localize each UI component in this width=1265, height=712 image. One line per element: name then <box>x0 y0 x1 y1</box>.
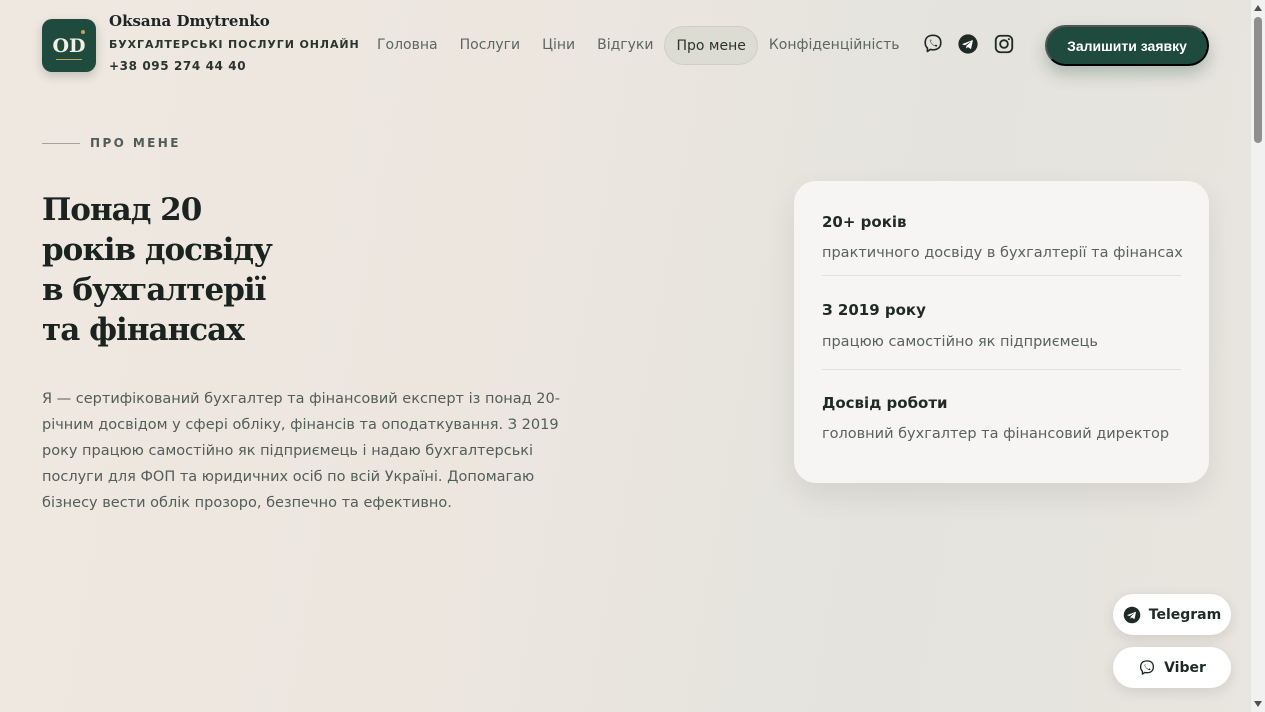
viber-label: Viber <box>1164 659 1206 676</box>
stat-title: Досвід роботи <box>822 394 948 412</box>
nav-item-prices[interactable]: Ціни <box>531 26 586 65</box>
page-scrollbar[interactable] <box>1250 0 1265 712</box>
stat-description: головний бухгалтер та фінансовий директо… <box>822 426 1170 442</box>
nav-item-about[interactable]: Про мене <box>664 26 758 65</box>
heading-line: в бухгалтерії <box>42 272 266 308</box>
heading-line: років досвіду <box>42 232 273 268</box>
telegram-label: Telegram <box>1148 606 1222 623</box>
section-heading: Понад 20 років досвіду в бухгалтерії та … <box>42 190 342 350</box>
main-nav: Головна Послуги Ціни Відгуки Про мене Ко… <box>366 26 911 65</box>
viber-icon <box>1140 659 1155 675</box>
nav-item-privacy[interactable]: Конфіденційність <box>758 26 911 65</box>
stat-item: З 2019 року працюю самостійно як підприє… <box>822 275 1181 369</box>
stats-card: 20+ років практичного досвіду в бухгалте… <box>794 181 1209 483</box>
telegram-icon <box>1123 606 1141 623</box>
stat-item: 20+ років практичного досвіду в бухгалте… <box>822 181 1183 275</box>
telegram-icon[interactable] <box>957 33 979 55</box>
phone-link[interactable]: +38 095 274 44 40 <box>109 59 246 73</box>
brand-name: Oksana Dmytrenko <box>109 12 270 30</box>
page: OD Oksana Dmytrenko БУХГАЛТЕРСЬКІ ПОСЛУГ… <box>0 0 1250 712</box>
stat-title: З 2019 року <box>822 301 926 319</box>
heading-line: та фінансах <box>42 312 245 348</box>
viber-float-button[interactable]: Viber <box>1113 647 1231 688</box>
scroll-down-arrow-icon[interactable] <box>1254 701 1262 707</box>
eyebrow-divider <box>42 143 80 144</box>
logo-dot <box>81 30 85 34</box>
logo-text: OD <box>52 34 86 57</box>
scroll-up-arrow-icon[interactable] <box>1254 5 1262 11</box>
scrollbar-thumb[interactable] <box>1254 17 1262 143</box>
stat-item: Досвід роботи головний бухгалтер та фіна… <box>822 369 1181 463</box>
nav-item-services[interactable]: Послуги <box>449 26 531 65</box>
stat-description: працюю самостійно як підприємець <box>822 334 1098 350</box>
logo-underline <box>56 58 82 60</box>
brand-subtitle: БУХГАЛТЕРСЬКІ ПОСЛУГИ ОНЛАЙН <box>109 38 360 51</box>
about-paragraph: Я — сертифікований бухгалтер та фінансов… <box>42 391 560 511</box>
stat-description: практичного досвіду в бухгалтерії та фін… <box>822 245 1183 261</box>
telegram-float-button[interactable]: Telegram <box>1113 594 1231 635</box>
heading-line: Понад 20 <box>42 192 202 228</box>
viber-icon[interactable] <box>922 33 944 55</box>
stat-title: 20+ років <box>822 213 907 231</box>
nav-item-reviews[interactable]: Відгуки <box>586 26 664 65</box>
submit-request-button[interactable]: Залишити заявку <box>1045 25 1209 66</box>
instagram-icon[interactable] <box>993 33 1015 55</box>
nav-item-home[interactable]: Головна <box>366 26 449 65</box>
logo[interactable]: OD <box>42 19 96 72</box>
section-eyebrow: ПРО МЕНЕ <box>90 136 181 150</box>
